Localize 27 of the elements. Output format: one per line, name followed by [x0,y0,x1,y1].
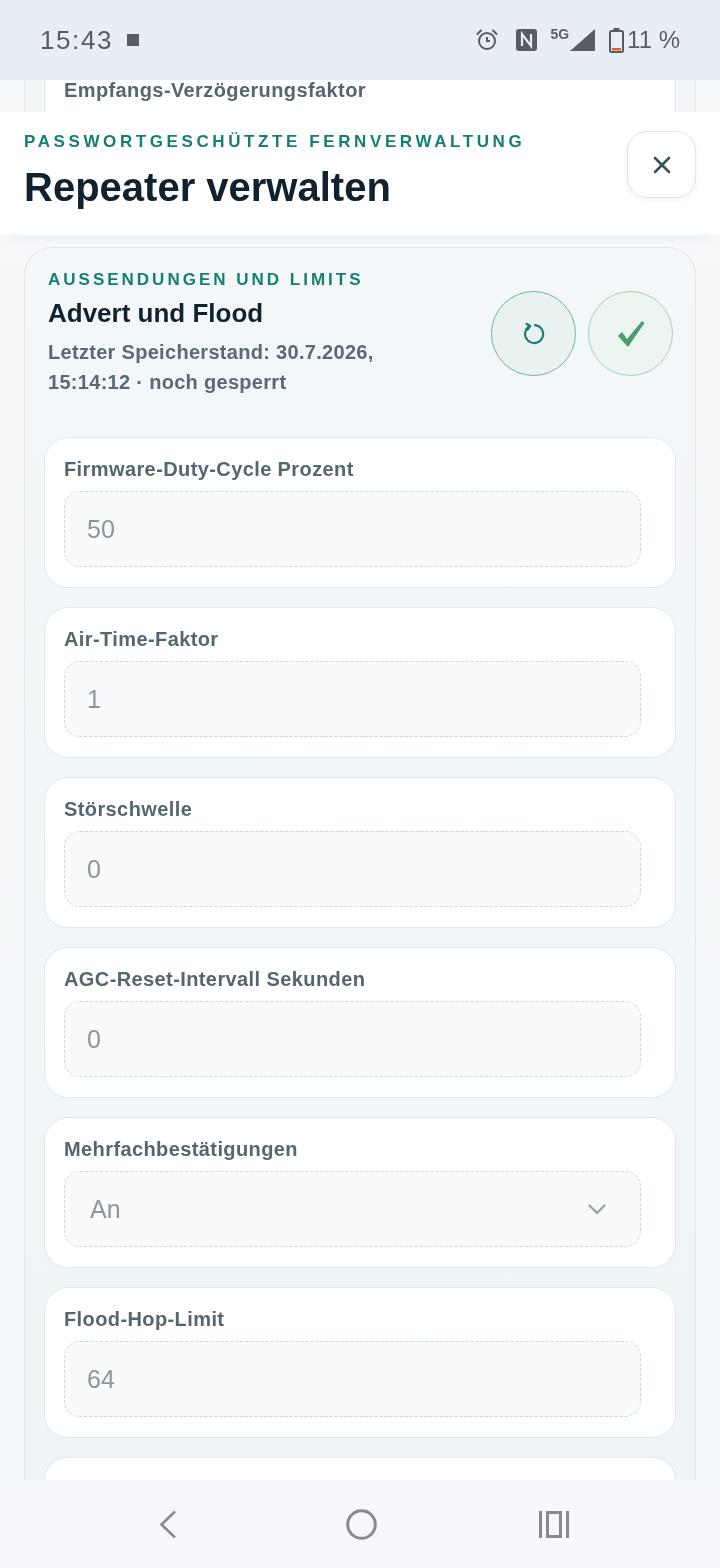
field-label: Air-Time-Faktor [64,627,220,651]
header-kicker: PASSWORTGESCHÜTZTE FERNVERWALTUNG [24,132,526,152]
alarm-clock-icon [476,29,499,51]
close-icon [652,155,671,174]
notification-square-icon [127,34,140,46]
network-type: 5G [550,26,570,42]
nfc-icon [516,29,538,51]
section-title: Advert und Flood [48,297,265,329]
check-icon [615,318,646,349]
dialog-title: Repeater verwalten [24,164,392,210]
signal-icon [570,29,596,51]
field-label: Störschwelle [64,797,194,821]
chevron-down-icon [588,1203,606,1215]
status-time: 15:43 [40,24,114,56]
field-label: Flood-Hop-Limit [64,1307,226,1331]
field-label: AGC-Reset-Intervall Sekunden [64,967,367,991]
close-button[interactable] [627,131,696,198]
field-label: Mehrfachbestätigungen [64,1137,299,1161]
battery-percentage: 11 % [627,26,680,54]
back-icon [159,1509,177,1539]
battery-icon [609,27,625,53]
field-label: Firmware-Duty-Cycle Prozent [64,457,355,481]
save-status-text: Letzter Speicherstand: 30.7.2026, 15:14:12 · noch gesperrt [48,340,375,395]
home-icon [345,1508,377,1540]
section-kicker: AUSSENDUNGEN UND LIMITS [48,270,365,290]
recent-apps-icon [539,1510,569,1538]
field-label: Empfangs-Verzögerungsfaktor [64,80,367,100]
